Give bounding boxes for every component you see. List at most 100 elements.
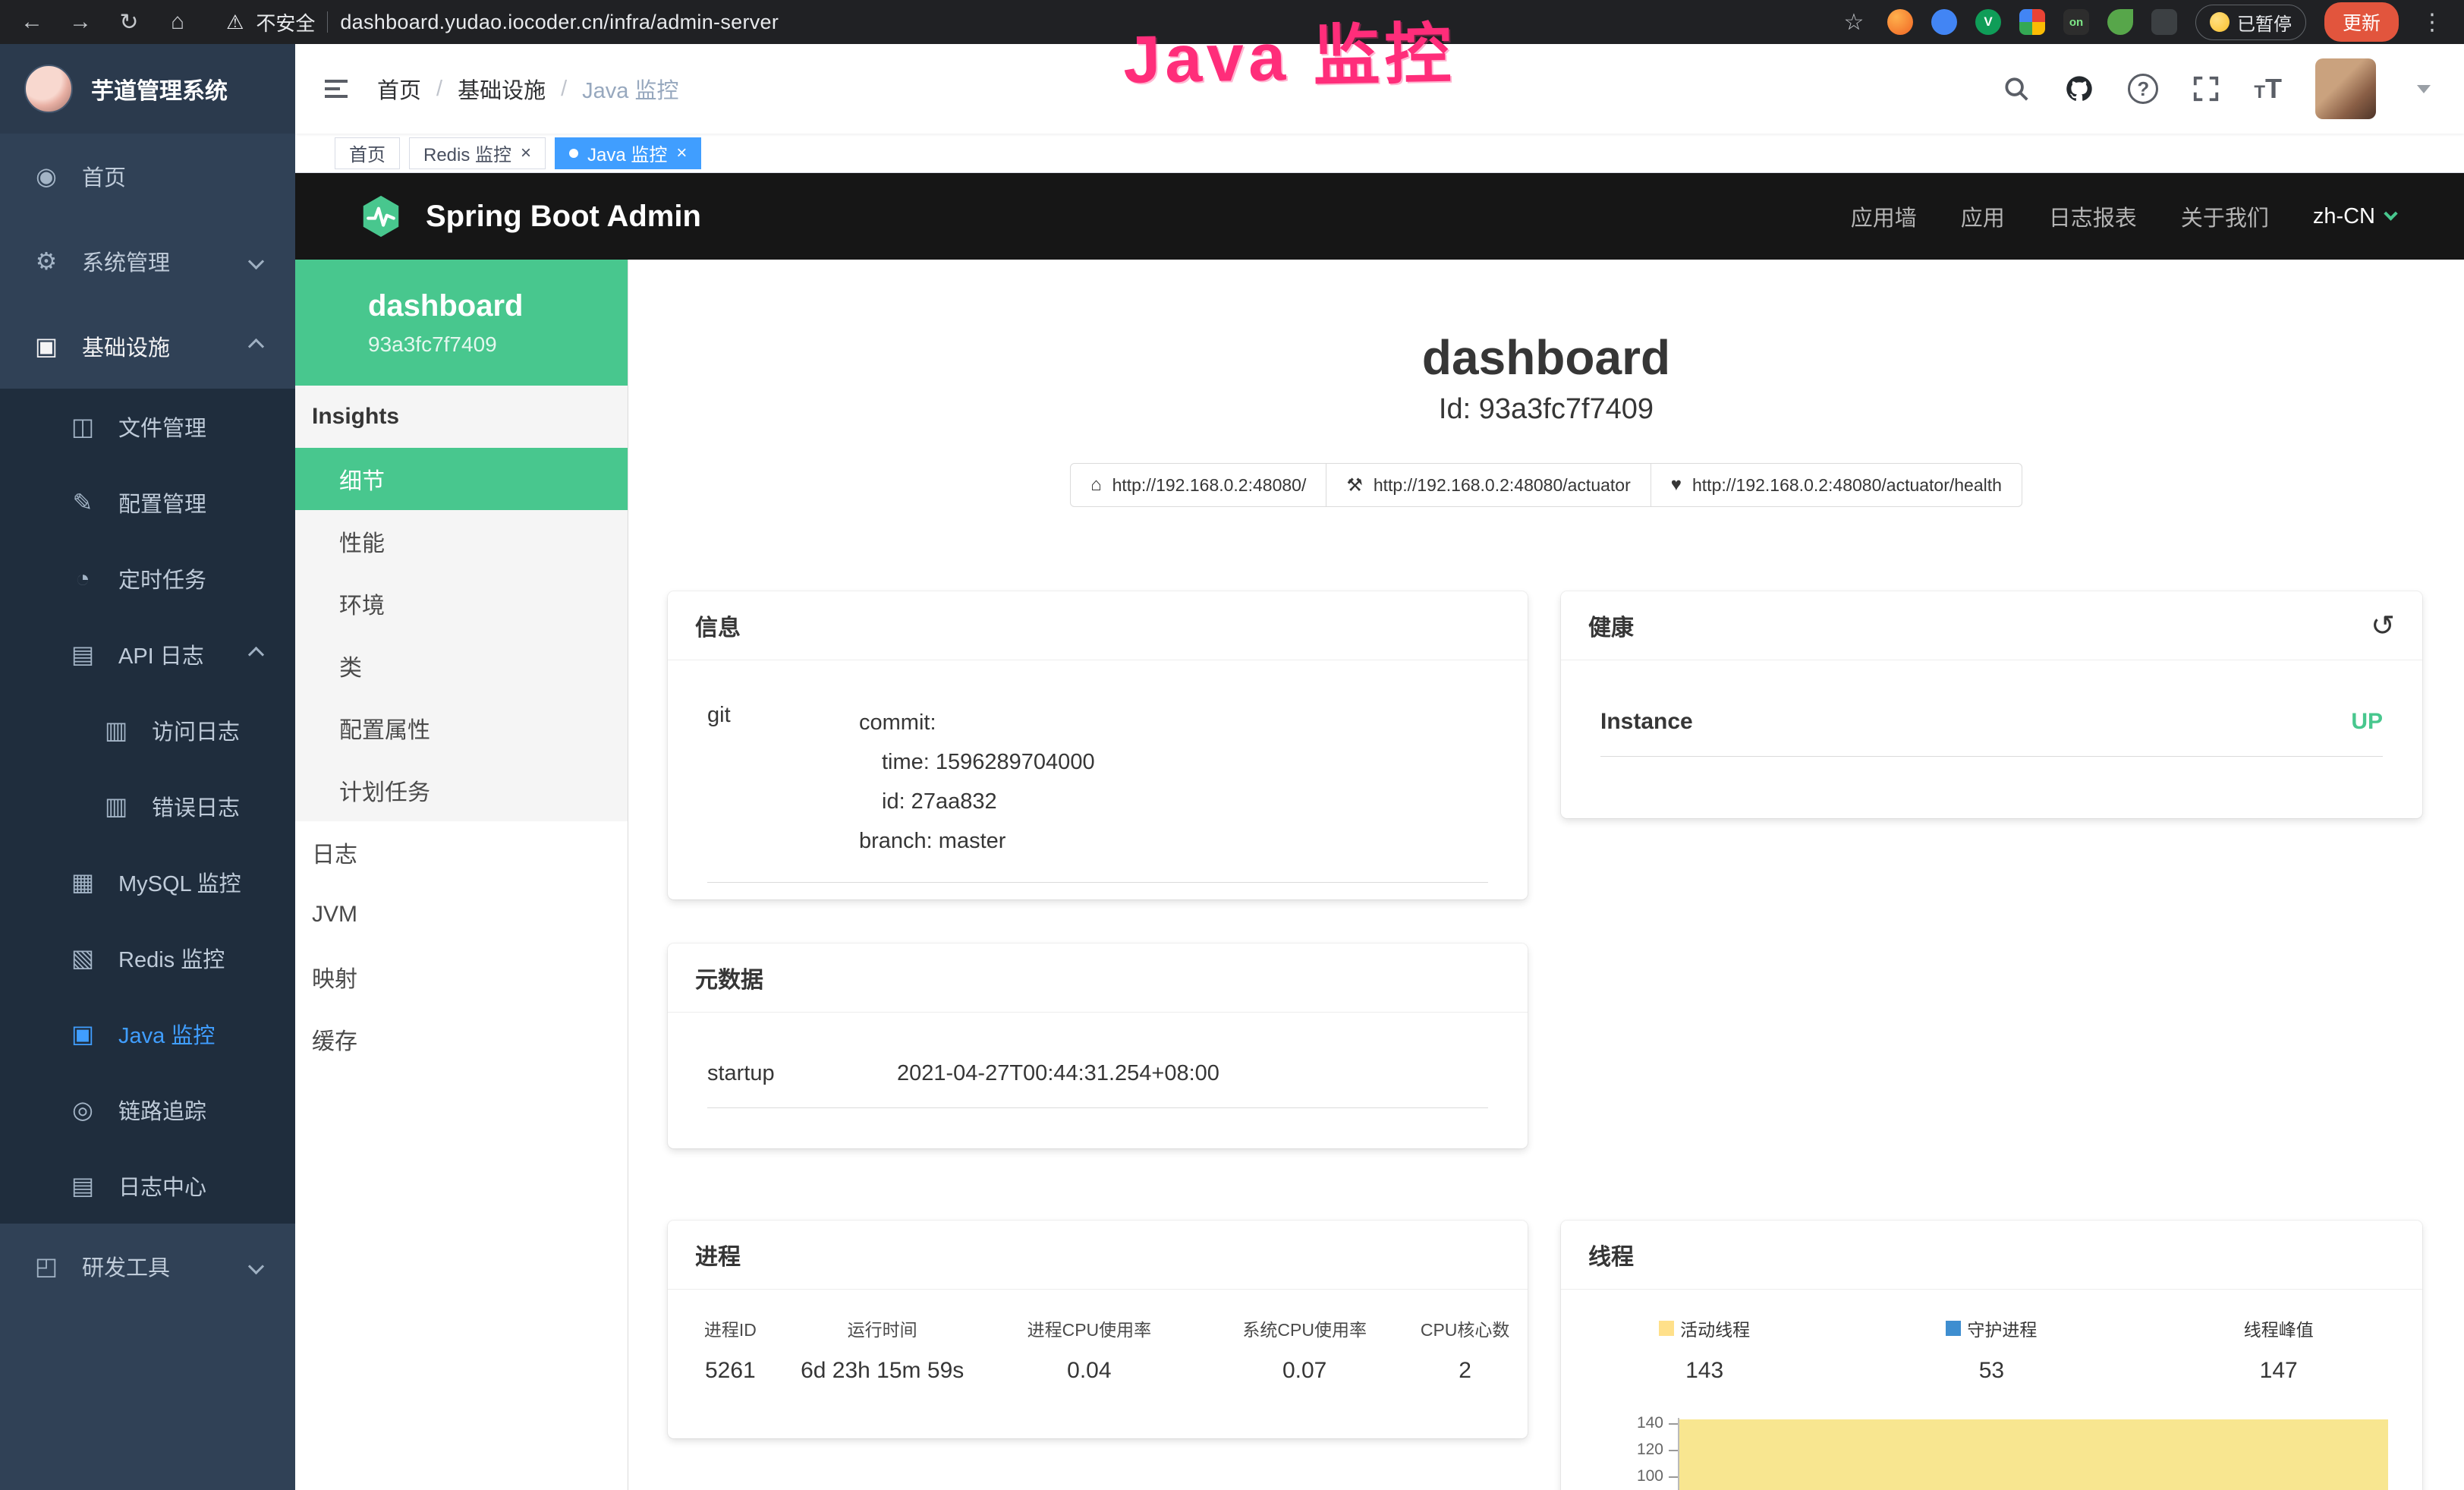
actuator-url-button[interactable]: ⚒ http://192.168.0.2:48080/actuator (1326, 463, 1651, 507)
process-card: 进程 进程ID 5261 运行时间 6d 23h 15m 59s 进程CPU使用… (668, 1221, 1528, 1438)
sba-nav-wallboard[interactable]: 应用墙 (1851, 200, 1917, 232)
clock-icon: ◔ (67, 565, 99, 593)
sidebar-item-trace[interactable]: ◎ 链路追踪 (0, 1072, 295, 1148)
sba-item-scheduled-tasks[interactable]: 计划任务 (295, 759, 628, 821)
paused-pill[interactable]: 已暂停 (2195, 5, 2306, 40)
hamburger-icon[interactable] (295, 74, 377, 104)
sba-nav-journal[interactable]: 日志报表 (2049, 200, 2137, 232)
breadcrumb-home[interactable]: 首页 (377, 73, 421, 105)
instance-label: Instance (1600, 709, 1693, 735)
process-table: 进程ID 5261 运行时间 6d 23h 15m 59s 进程CPU使用率 0… (668, 1290, 1528, 1384)
back-icon[interactable]: ← (17, 9, 47, 35)
wrench-icon: ⚒ (1346, 474, 1363, 496)
search-icon[interactable] (2002, 74, 2031, 103)
close-icon[interactable]: × (521, 144, 531, 162)
bookmark-star-icon[interactable]: ☆ (1839, 9, 1869, 36)
layers-icon: ▧ (67, 943, 99, 972)
health-url-button[interactable]: ♥ http://192.168.0.2:48080/actuator/heal… (1651, 463, 2022, 507)
extension-grid-icon[interactable] (2019, 9, 2045, 35)
tab-home[interactable]: 首页 (335, 137, 400, 169)
instance-url-button[interactable]: ⌂ http://192.168.0.2:48080/ (1070, 463, 1326, 507)
help-icon[interactable]: ? (2128, 74, 2158, 104)
close-icon[interactable]: × (676, 144, 687, 162)
header-actions: ? TT (2002, 58, 2464, 119)
extension-v-icon[interactable]: V (1975, 9, 2001, 35)
info-git-row: git commit: time: 1596289704000 id: 27aa… (707, 703, 1488, 883)
sidebar-item-file-mgmt[interactable]: ◫ 文件管理 (0, 389, 295, 465)
font-size-icon[interactable]: TT (2254, 73, 2282, 105)
paused-label: 已暂停 (2237, 9, 2292, 36)
sidebar-item-api-log[interactable]: ▤ API 日志 (0, 616, 295, 692)
reload-icon[interactable]: ↻ (114, 9, 144, 36)
page-title: dashboard (628, 329, 2464, 386)
sba-brand[interactable]: Spring Boot Admin (357, 193, 701, 240)
sba-item-mappings[interactable]: 映射 (295, 946, 628, 1008)
heart-icon: ♥ (1671, 474, 1682, 496)
tab-redis-monitor[interactable]: Redis 监控 × (409, 137, 546, 169)
app-sidebar: 芋道管理系统 ◉ 首页 ⚙ 系统管理 ▣ 基础设施 ◫ 文件管理 ✎ 配置管理 … (0, 44, 295, 1490)
sba-item-classes[interactable]: 类 (295, 635, 628, 697)
sba-item-environment[interactable]: 环境 (295, 572, 628, 635)
sba-nav-applications[interactable]: 应用 (1961, 200, 2005, 232)
fullscreen-icon[interactable] (2192, 74, 2220, 103)
browser-menu-kebab-icon[interactable]: ⋮ (2417, 9, 2447, 36)
sidebar-item-error-log[interactable]: ▥ 错误日志 (0, 768, 295, 844)
extension-on-badge[interactable]: on (2063, 9, 2089, 35)
ytick-100: 100 (1565, 1467, 1663, 1485)
sidebar-item-java-monitor[interactable]: ▣ Java 监控 (0, 996, 295, 1072)
update-button[interactable]: 更新 (2324, 2, 2399, 42)
sidebar-item-dev-tools[interactable]: ◰ 研发工具 (0, 1224, 295, 1309)
threads-legend: 活动线程 143 守护进程 53 线程峰值 147 (1561, 1290, 2422, 1384)
sidebar-item-access-log[interactable]: ▥ 访问日志 (0, 692, 295, 768)
sba-header: Spring Boot Admin 应用墙 应用 日志报表 关于我们 zh-CN (295, 173, 2464, 260)
sidebar-item-log-center[interactable]: ▤ 日志中心 (0, 1148, 295, 1224)
url-text[interactable]: dashboard.yudao.iocoder.cn/infra/admin-s… (340, 11, 779, 34)
history-icon[interactable]: ↺ (2371, 609, 2395, 643)
log-center-icon: ▤ (67, 1171, 99, 1200)
extension-fox-icon[interactable] (1887, 9, 1913, 35)
tab-java-monitor[interactable]: Java 监控 × (555, 137, 701, 169)
sidebar-item-home[interactable]: ◉ 首页 (0, 134, 295, 219)
app-logo-area[interactable]: 芋道管理系统 (0, 44, 295, 134)
database-icon: ▦ (67, 868, 99, 896)
extension-leaf-icon[interactable] (2107, 9, 2133, 35)
sba-item-details[interactable]: 细节 (295, 448, 628, 510)
chevron-down-icon (248, 1258, 264, 1274)
breadcrumb: 首页 / 基础设施 / Java 监控 (377, 73, 678, 105)
sidebar-item-mysql-monitor[interactable]: ▦ MySQL 监控 (0, 844, 295, 920)
breadcrumb-infra[interactable]: 基础设施 (458, 73, 546, 105)
sba-locale-select[interactable]: zh-CN (2313, 204, 2396, 229)
sba-brand-label: Spring Boot Admin (426, 200, 701, 234)
user-avatar[interactable] (2315, 58, 2376, 119)
log-icon: ▤ (67, 640, 99, 669)
github-icon[interactable] (2064, 74, 2094, 104)
sidebar-item-infrastructure[interactable]: ▣ 基础设施 (0, 304, 295, 389)
avatar-caret-icon[interactable] (2417, 85, 2431, 93)
process-col-pid: 进程ID 5261 (675, 1315, 785, 1384)
toolbox-icon: ◰ (30, 1252, 62, 1281)
info-value: commit: time: 1596289704000 id: 27aa832 … (859, 703, 1095, 861)
sba-item-logs[interactable]: 日志 (295, 821, 628, 884)
sba-instance-header[interactable]: dashboard 93a3fc7f7409 (295, 260, 628, 386)
ytick-120: 120 (1565, 1441, 1663, 1459)
divider (327, 11, 328, 33)
legend-daemon-threads: 守护进程 53 (1848, 1315, 2135, 1384)
forward-icon[interactable]: → (65, 9, 96, 35)
address-bar[interactable]: ⚠ 不安全 dashboard.yudao.iocoder.cn/infra/a… (226, 8, 779, 36)
sba-item-metrics[interactable]: 性能 (295, 510, 628, 572)
sba-item-config-props[interactable]: 配置属性 (295, 697, 628, 759)
health-instance-row: Instance UP (1600, 709, 2383, 757)
sba-item-jvm[interactable]: JVM (295, 884, 628, 946)
edit-icon: ✎ (67, 488, 99, 517)
home-icon[interactable]: ⌂ (162, 9, 193, 35)
sidebar-item-config-mgmt[interactable]: ✎ 配置管理 (0, 465, 295, 540)
sidebar-item-system-mgmt[interactable]: ⚙ 系统管理 (0, 219, 295, 304)
sidebar-item-redis-monitor[interactable]: ▧ Redis 监控 (0, 920, 295, 996)
extension-pin-icon[interactable] (2151, 9, 2177, 35)
extension-drop-icon[interactable] (1931, 9, 1957, 35)
sba-nav-about[interactable]: 关于我们 (2181, 200, 2269, 232)
home-icon: ⌂ (1090, 474, 1102, 496)
chevron-down-icon (248, 253, 264, 269)
sidebar-item-scheduled-jobs[interactable]: ◔ 定时任务 (0, 540, 295, 616)
sba-item-caches[interactable]: 缓存 (295, 1008, 628, 1070)
